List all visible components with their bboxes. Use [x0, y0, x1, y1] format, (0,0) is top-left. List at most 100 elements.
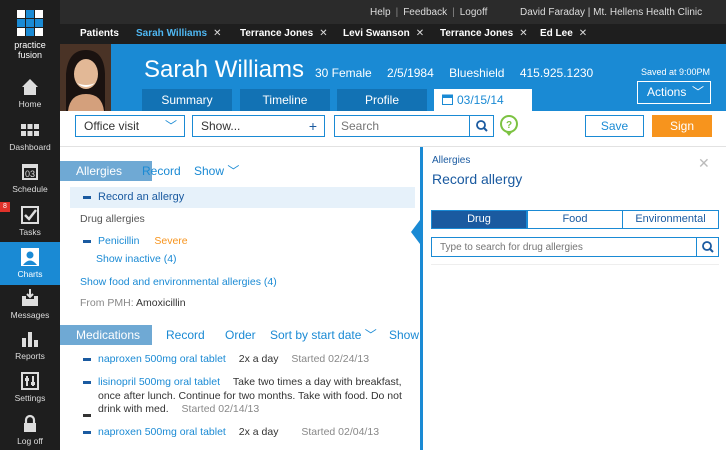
- patient-header: Sarah Williams 30 Female 2/5/1984 Bluesh…: [60, 44, 726, 111]
- close-icon[interactable]: ✕: [698, 155, 710, 172]
- tab-timeline[interactable]: Timeline: [240, 89, 330, 111]
- sign-label: Sign: [669, 119, 695, 133]
- segment-drug[interactable]: Drug: [431, 210, 527, 229]
- patient-dob: 2/5/1984: [387, 66, 434, 80]
- nav-logoff-label: Log off: [17, 436, 43, 446]
- close-icon[interactable]: ✕: [579, 28, 587, 39]
- nav-reports-label: Reports: [15, 351, 45, 361]
- nav-schedule[interactable]: 03 Schedule: [0, 157, 60, 200]
- allergies-show-dropdown[interactable]: Show ﹀: [194, 161, 239, 181]
- save-button[interactable]: Save: [585, 115, 644, 137]
- tab-sarah-williams[interactable]: Sarah Williams ✕: [136, 24, 221, 44]
- patient-insurance: Blueshield: [449, 66, 505, 80]
- nav-logoff[interactable]: Log off: [0, 409, 60, 450]
- search-icon: [476, 120, 488, 132]
- nav-settings[interactable]: Settings: [0, 366, 60, 409]
- tasks-badge: 8: [0, 202, 10, 212]
- nav-settings-label: Settings: [14, 393, 46, 403]
- segment-environmental[interactable]: Environmental: [622, 210, 719, 229]
- tab-profile[interactable]: Profile: [337, 89, 427, 111]
- nav-home[interactable]: Home: [0, 72, 60, 115]
- nav-messages[interactable]: Messages: [0, 283, 60, 326]
- top-links: Help | Feedback | Logoff: [370, 7, 487, 18]
- help-button[interactable]: ?: [499, 115, 519, 137]
- save-label: Save: [600, 119, 629, 133]
- drug-allergy-search-input[interactable]: [432, 238, 687, 256]
- close-icon[interactable]: ✕: [519, 28, 527, 39]
- tab-encounter-date[interactable]: 03/15/14: [434, 89, 532, 111]
- panel-pointer: [411, 220, 420, 244]
- show-select[interactable]: Show... +: [192, 115, 325, 137]
- close-icon[interactable]: ✕: [319, 28, 327, 39]
- tab-terrance-jones-2[interactable]: Terrance Jones ✕: [440, 24, 528, 44]
- medication-name-link[interactable]: naproxen 500mg oral tablet: [98, 353, 226, 365]
- tab-levi-swanson[interactable]: Levi Swanson ✕: [343, 24, 424, 44]
- tab-label: Patients: [80, 28, 119, 39]
- tab-label: Terrance Jones: [240, 28, 314, 39]
- medication-name-link[interactable]: naproxen 500mg oral tablet: [98, 426, 226, 438]
- medications-order-link[interactable]: Order: [225, 325, 256, 345]
- patient-tabs-bar: Patients Sarah Williams ✕ Terrance Jones ✕…: [60, 24, 726, 44]
- tab-label: Ed Lee: [540, 28, 573, 39]
- chart-summary-content: Allergies Record Show ﹀ Record an allerg…: [60, 147, 420, 450]
- left-nav: practice fusion Home Dashboard 03 Schedu…: [0, 0, 60, 450]
- calendar-day: 03: [25, 169, 35, 179]
- close-icon[interactable]: ✕: [416, 28, 424, 39]
- show-inactive-link[interactable]: Show inactive (4): [96, 253, 177, 265]
- logoff-link[interactable]: Logoff: [460, 7, 488, 18]
- allergy-name-link[interactable]: Penicillin: [98, 235, 139, 247]
- tab-summary[interactable]: Summary: [142, 89, 232, 111]
- tab-ed-lee[interactable]: Ed Lee ✕: [540, 24, 587, 44]
- close-icon[interactable]: ✕: [213, 28, 221, 39]
- patient-avatar[interactable]: [60, 44, 111, 111]
- top-bar: Help | Feedback | Logoff David Faraday | Mt.…: [60, 0, 726, 24]
- tab-label: Terrance Jones: [440, 28, 514, 39]
- feedback-link[interactable]: Feedback: [403, 7, 447, 18]
- encounter-date: 03/15/14: [457, 93, 504, 107]
- tab-terrance-jones[interactable]: Terrance Jones ✕: [240, 24, 328, 44]
- dash-icon: [83, 413, 91, 417]
- dash-icon: [83, 195, 91, 199]
- visit-type-select[interactable]: Office visit ﹀: [75, 115, 185, 137]
- nav-messages-label: Messages: [10, 310, 50, 320]
- chevron-down-icon: ﹀: [227, 164, 240, 178]
- sign-button[interactable]: Sign: [652, 115, 712, 137]
- medication-frequency: 2x a day: [238, 353, 279, 365]
- home-icon: [22, 79, 38, 95]
- show-food-env-link[interactable]: Show food and environmental allergies (4…: [80, 276, 277, 288]
- lock-icon: [24, 414, 36, 432]
- actions-dropdown[interactable]: Actions ﹀: [637, 81, 711, 104]
- record-allergy-row[interactable]: Record an allergy: [70, 187, 415, 208]
- medication-instructions-1: Take two times a day with breakfast,: [232, 376, 402, 388]
- nav-reports[interactable]: Reports: [0, 324, 60, 367]
- medications-record-link[interactable]: Record: [166, 325, 205, 345]
- search-button[interactable]: [469, 116, 493, 136]
- medication-marker: [83, 409, 98, 421]
- logo-text: practice fusion: [0, 40, 60, 60]
- help-pin-icon: ?: [500, 115, 518, 136]
- actions-label: Actions: [647, 85, 687, 99]
- medications-sort-dropdown[interactable]: Sort by start date ﹀: [270, 325, 377, 345]
- tab-label: Levi Swanson: [343, 28, 410, 39]
- nav-dashboard[interactable]: Dashboard: [0, 115, 60, 158]
- medication-name-link[interactable]: lisinopril 500mg oral tablet: [98, 376, 220, 388]
- segment-food[interactable]: Food: [527, 210, 623, 229]
- chevron-down-icon: ﹀: [691, 85, 704, 99]
- allergy-severity: Severe: [154, 235, 188, 247]
- practice-fusion-logo[interactable]: practice fusion: [0, 0, 60, 70]
- search-input[interactable]: [335, 116, 465, 136]
- medications-show-link[interactable]: Show: [389, 325, 419, 345]
- nav-charts[interactable]: Charts: [0, 242, 60, 285]
- logo-line-1: practice: [14, 40, 46, 50]
- help-link[interactable]: Help: [370, 7, 391, 18]
- medication-started: Started 02/14/13: [181, 403, 260, 415]
- plus-icon: +: [308, 118, 317, 134]
- nav-tasks[interactable]: 8 Tasks: [0, 200, 60, 243]
- tab-patients[interactable]: Patients: [80, 24, 119, 44]
- panel-subtitle: Allergies: [432, 155, 471, 166]
- dash-icon: [83, 430, 91, 434]
- allergies-record-link[interactable]: Record: [142, 161, 181, 181]
- drug-allergy-search-button[interactable]: [696, 238, 718, 256]
- pmh-row: From PMH: Amoxicillin: [80, 297, 186, 309]
- allergy-item: Penicillin Severe: [83, 235, 188, 247]
